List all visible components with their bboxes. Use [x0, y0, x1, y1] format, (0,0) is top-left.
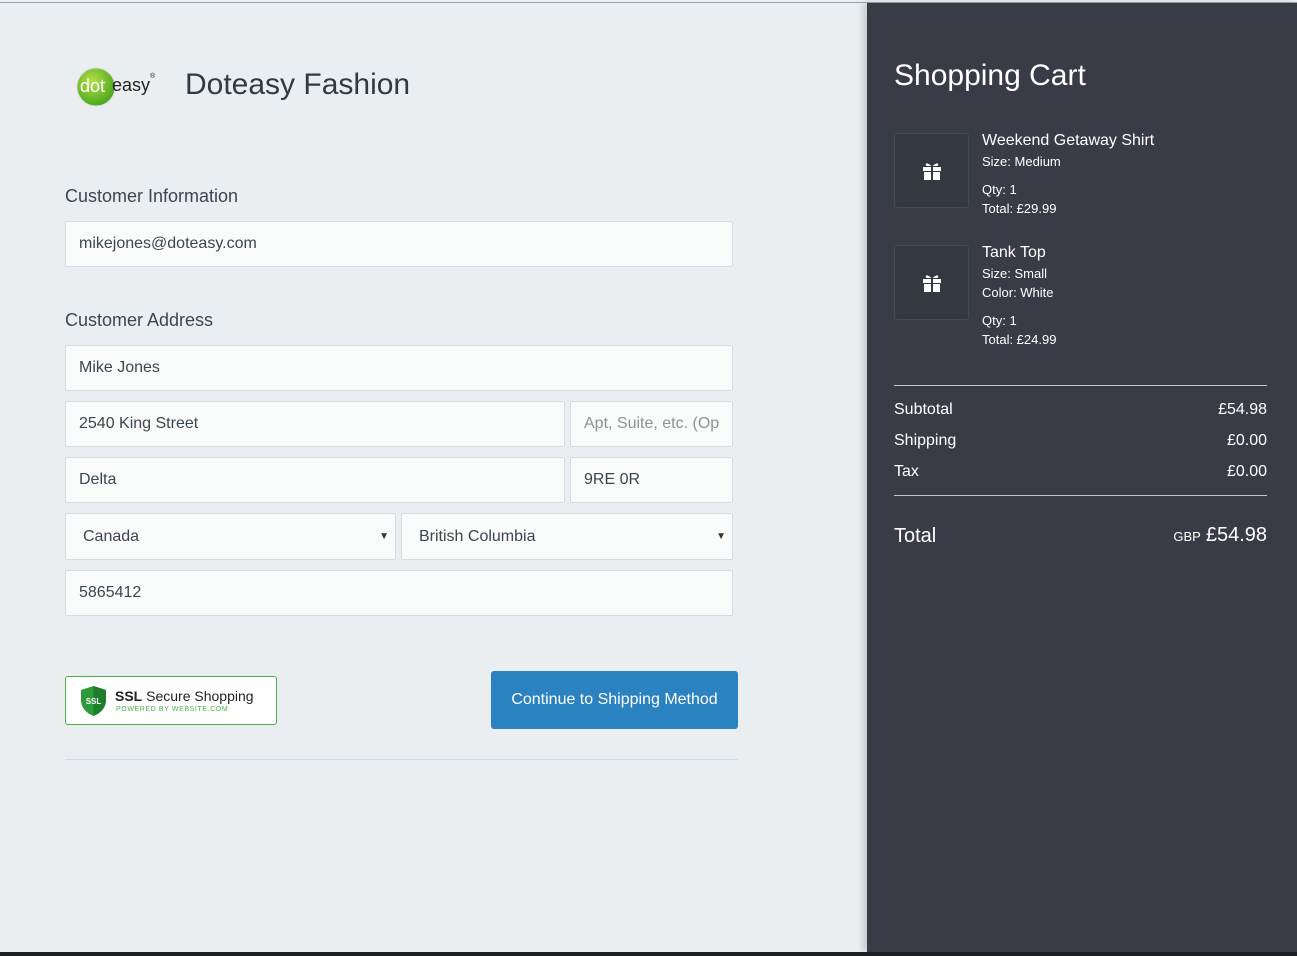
cart-divider	[894, 385, 1267, 386]
cart-divider	[894, 495, 1267, 496]
cart-item-total: Total: £24.99	[982, 332, 1057, 347]
province-select[interactable]: British Columbia ▼	[401, 513, 733, 560]
city-field[interactable]: Delta	[65, 457, 565, 503]
subtotal-label: Subtotal	[894, 401, 953, 418]
total-amount: £54.98	[1205, 524, 1267, 546]
country-select[interactable]: Canada ▼	[65, 513, 396, 560]
street-address-field[interactable]: 2540 King Street	[65, 401, 565, 447]
product-thumbnail	[894, 245, 969, 320]
cart-item-size: Size: Medium	[982, 154, 1061, 169]
gift-icon	[923, 163, 941, 180]
total-label: Total	[894, 525, 937, 547]
form-divider	[65, 759, 738, 760]
cart-item-color: Color: White	[982, 285, 1054, 300]
apt-suite-field[interactable]: Apt, Suite, etc. (Op	[570, 401, 733, 447]
cart-item-name: Tank Top	[982, 244, 1046, 261]
cart-item-size: Size: Small	[982, 266, 1048, 281]
continue-to-shipping-button[interactable]: Continue to Shipping Method	[491, 671, 738, 729]
full-name-field[interactable]: Mike Jones	[65, 345, 733, 391]
total-currency: GBP	[1173, 529, 1201, 544]
shipping-value: £0.00	[1226, 432, 1267, 449]
shipping-label: Shipping	[894, 432, 957, 449]
cart-item-qty: Qty: 1	[982, 313, 1017, 328]
tax-value: £0.00	[1226, 463, 1267, 480]
shopping-cart-panel: Shopping Cart Weekend Getaway Shirt Size…	[867, 3, 1297, 952]
gift-icon	[923, 275, 941, 292]
customer-address-heading: Customer Address	[65, 310, 214, 330]
ssl-secure-badge[interactable]: SSL SSL Secure Shopping POWERED BY WEBSI…	[65, 676, 277, 725]
bottom-border	[0, 952, 1297, 956]
cart-title: Shopping Cart	[894, 59, 1086, 92]
doteasy-logo: dot easy ®	[75, 66, 159, 108]
svg-text:SSL: SSL	[86, 697, 102, 706]
province-select-value: British Columbia	[419, 528, 536, 545]
shield-icon: SSL	[81, 686, 106, 716]
email-field[interactable]: mikejones@doteasy.com	[65, 221, 733, 267]
chevron-down-icon: ▼	[716, 531, 726, 542]
product-thumbnail	[894, 133, 969, 208]
customer-information-heading: Customer Information	[65, 186, 239, 206]
ssl-badge-title: SSL Secure Shopping	[115, 688, 254, 704]
ssl-badge-subtitle: POWERED BY WEBSITE.COM	[116, 706, 229, 713]
tax-label: Tax	[894, 463, 919, 480]
subtotal-value: £54.98	[1218, 401, 1267, 418]
svg-text:easy: easy	[112, 75, 150, 95]
cart-item-total: Total: £29.99	[982, 201, 1057, 216]
chevron-down-icon: ▼	[379, 531, 389, 542]
phone-field[interactable]: 5865412	[65, 570, 733, 616]
postal-code-field[interactable]: 9RE 0R	[570, 457, 733, 503]
svg-text:®: ®	[150, 72, 156, 80]
svg-text:dot: dot	[80, 76, 105, 96]
country-select-value: Canada	[83, 528, 140, 545]
store-name: Doteasy Fashion	[185, 68, 411, 101]
cart-item-name: Weekend Getaway Shirt	[982, 132, 1155, 149]
cart-item-qty: Qty: 1	[982, 182, 1017, 197]
total-value: GBP £54.98	[1173, 524, 1267, 547]
